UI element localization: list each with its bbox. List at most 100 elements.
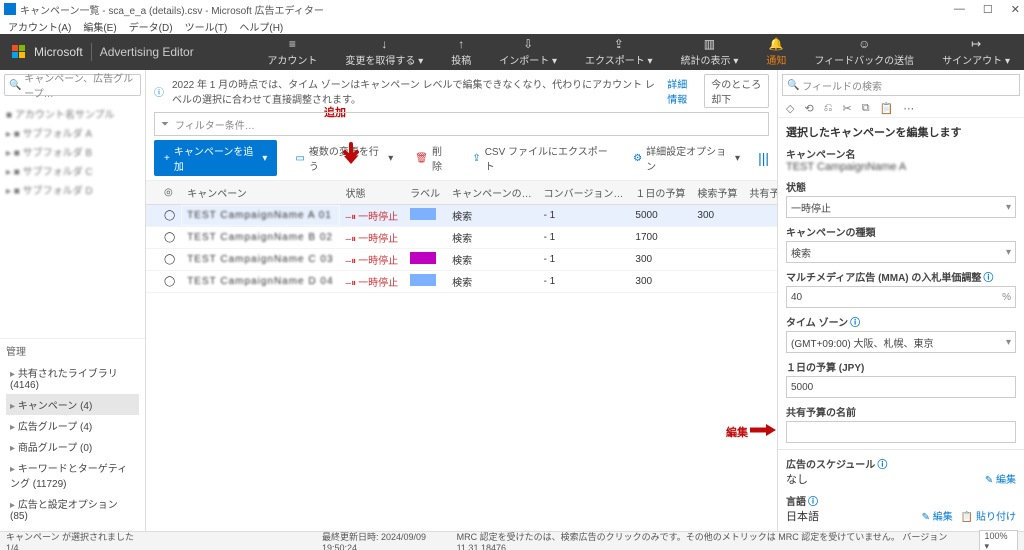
management-header: 管理 — [0, 338, 145, 362]
nav-6[interactable]: 🔔通知 — [752, 34, 800, 70]
search-icon: 🔍 — [787, 80, 799, 91]
table-row[interactable]: ◯TEST CampaignName C 03一時停止検索- 1300 — [146, 249, 777, 271]
daily-budget-label: １日の予算 (JPY) — [786, 359, 1016, 374]
table-row[interactable]: ◯TEST CampaignName D 04一時停止検索- 1300 — [146, 271, 777, 293]
language-paste-link[interactable]: 📋 貼り付け — [961, 508, 1016, 523]
status-bar: キャンペーン が選択されました 1/4 最終更新日時: 2024/09/09 1… — [0, 531, 1024, 550]
status-selection: キャンペーン が選択されました 1/4 — [6, 530, 142, 550]
status-updated: 最終更新日時: 2024/09/09 19:50:24 — [322, 530, 457, 550]
panel-tool-icon[interactable]: ⋯ — [903, 102, 914, 115]
info-details-link[interactable]: 詳細情報 — [667, 76, 696, 106]
timezone-select[interactable]: (GMT+09:00) 大阪、札幌、東京 — [786, 331, 1016, 353]
left-search-input[interactable]: 🔍 キャンペーン、広告グループ… — [4, 74, 141, 96]
tree-item[interactable]: ■ アカウント名サンプル — [6, 104, 139, 123]
shared-budget-input[interactable] — [786, 421, 1016, 443]
table-row[interactable]: ◯TEST CampaignName A 01一時停止検索- 15000300 — [146, 205, 777, 227]
daily-budget-input[interactable]: 5000 — [786, 376, 1016, 398]
column-header[interactable]: １日の予算 — [629, 181, 691, 205]
tree-item[interactable]: ▸ ■ サブフォルダ A — [6, 123, 139, 142]
nav-icon: ↦ — [971, 37, 981, 51]
status-select[interactable]: 一時停止 — [786, 196, 1016, 218]
menu-data[interactable]: データ(D) — [129, 19, 173, 34]
account-tree[interactable]: ■ アカウント名サンプル ▸ ■ サブフォルダ A ▸ ■ サブフォルダ B ▸… — [0, 100, 145, 338]
table-row[interactable]: ◯TEST CampaignName B 02一時停止検索- 11700 — [146, 227, 777, 249]
help-icon[interactable]: ⓘ — [808, 497, 818, 508]
language-edit-link[interactable]: ✎ 編集 — [922, 508, 953, 523]
maximize-button[interactable]: ☐ — [983, 3, 993, 16]
panel-tool-icon[interactable]: ⟲ — [804, 102, 813, 115]
nav-icon: ↓ — [381, 37, 387, 51]
column-header[interactable]: 検索予算 — [691, 181, 743, 205]
export-icon: ⇪ — [472, 153, 480, 164]
column-config-icon[interactable]: ||| — [758, 150, 769, 166]
app-icon — [4, 3, 16, 15]
mgmt-item[interactable]: 共有されたライブラリ (4146) — [6, 362, 139, 394]
column-header[interactable]: キャンペーンの… — [446, 181, 538, 205]
nav-0[interactable]: ≡アカウント — [253, 34, 331, 70]
nav-2[interactable]: ↑投稿 — [437, 34, 485, 70]
brand-ms: Microsoft — [34, 45, 83, 59]
mgmt-item[interactable]: キーワードとターゲティング (11729) — [6, 457, 139, 493]
mgmt-item[interactable]: キャンペーン (4) — [6, 394, 139, 415]
column-header[interactable]: コンバージョン… — [538, 181, 630, 205]
panel-tool-icon[interactable]: ✂ — [843, 102, 852, 115]
nav-icon: ↑ — [458, 37, 464, 51]
export-csv-button[interactable]: ⇪CSV ファイルにエクスポート — [468, 141, 615, 175]
column-header[interactable]: ラベル — [404, 181, 446, 205]
language-label: 言語ⓘ — [786, 493, 1016, 508]
window-title: キャンペーン一覧 - sca_e_a (details).csv - Micro… — [20, 2, 324, 17]
column-header[interactable] — [146, 181, 158, 205]
filter-input[interactable]: ⏷ フィルター条件… — [154, 112, 769, 136]
menu-tools[interactable]: ツール(T) — [185, 19, 228, 34]
panel-tool-icon[interactable]: ◇ — [786, 102, 794, 115]
tree-item[interactable]: ▸ ■ サブフォルダ C — [6, 161, 139, 180]
campaign-grid[interactable]: ◎キャンペーン状態ラベルキャンペーンの…コンバージョン…１日の予算検索予算共有予… — [146, 181, 777, 531]
help-icon[interactable]: ⓘ — [983, 273, 993, 284]
mgmt-item[interactable]: 広告と設定オプション (85) — [6, 493, 139, 525]
nav-5[interactable]: ▥統計の表示 — [667, 34, 753, 70]
filter-icon: ⏷ — [155, 119, 175, 130]
menu-edit[interactable]: 編集(E) — [83, 19, 116, 34]
nav-icon: ▥ — [704, 37, 715, 51]
zoom-select[interactable]: 100% ▾ — [979, 530, 1018, 550]
menu-account[interactable]: アカウント(A) — [8, 19, 71, 34]
campaign-type-select[interactable]: 検索 — [786, 241, 1016, 263]
nav-3[interactable]: ⇩インポート — [485, 34, 571, 70]
column-header[interactable]: ◎ — [158, 181, 181, 205]
add-campaign-button[interactable]: キャンペーンを追加 — [154, 140, 277, 176]
campaign-name-value: TEST CampaignName A — [786, 161, 1016, 173]
mma-bid-input[interactable]: 40% — [786, 286, 1016, 308]
nav-4[interactable]: ⇪エクスポート — [571, 34, 667, 70]
nav-icon: ⇪ — [614, 37, 624, 51]
shared-budget-label: 共有予算の名前 — [786, 404, 1016, 419]
menu-help[interactable]: ヘルプ(H) — [239, 19, 283, 34]
column-header[interactable]: キャンペーン — [181, 181, 339, 205]
nav-icon: ☺ — [858, 37, 870, 51]
minimize-button[interactable]: — — [954, 3, 965, 16]
help-icon[interactable]: ⓘ — [877, 460, 887, 471]
dismiss-button[interactable]: 今のところ却下 — [704, 74, 769, 108]
nav-8[interactable]: ↦サインアウト — [928, 34, 1024, 70]
mgmt-item[interactable]: 商品グループ (0) — [6, 436, 139, 457]
menu-bar: アカウント(A) 編集(E) データ(D) ツール(T) ヘルプ(H) — [0, 18, 1024, 34]
nav-1[interactable]: ↓変更を取得する — [331, 34, 437, 70]
ad-schedule-edit-link[interactable]: ✎ 編集 — [985, 471, 1016, 486]
panel-tool-icon[interactable]: ⎌ — [824, 102, 833, 115]
help-icon[interactable]: ⓘ — [850, 318, 860, 329]
tree-item[interactable]: ▸ ■ サブフォルダ D — [6, 180, 139, 199]
delete-button[interactable]: 🗑削除 — [411, 141, 454, 175]
tree-item[interactable]: ▸ ■ サブフォルダ B — [6, 142, 139, 161]
info-bar: ⓘ 2022 年 1 月の時点では、タイム ゾーンはキャンペーン レベルで編集で… — [146, 70, 777, 112]
mgmt-item[interactable]: 広告グループ (4) — [6, 415, 139, 436]
column-header[interactable]: 共有予算の名前 — [743, 181, 777, 205]
right-search-input[interactable]: 🔍 フィールドの検索 — [782, 74, 1020, 96]
panel-tool-icon[interactable]: 📋 — [880, 102, 894, 115]
close-button[interactable]: ✕ — [1011, 3, 1020, 16]
panel-tool-icon[interactable]: ⧉ — [862, 102, 870, 115]
toolbar: キャンペーンを追加 ▭複数の変更を行う ▾ 🗑削除 ⇪CSV ファイルにエクスポ… — [146, 136, 777, 181]
multi-edit-button[interactable]: ▭複数の変更を行う ▾ — [291, 141, 397, 175]
search-icon: 🔍 — [9, 80, 21, 91]
nav-7[interactable]: ☺フィードバックの送信 — [800, 34, 928, 70]
column-header[interactable]: 状態 — [340, 181, 405, 205]
advanced-options-button[interactable]: ⚙詳細設定オプション ▾ — [629, 141, 744, 175]
